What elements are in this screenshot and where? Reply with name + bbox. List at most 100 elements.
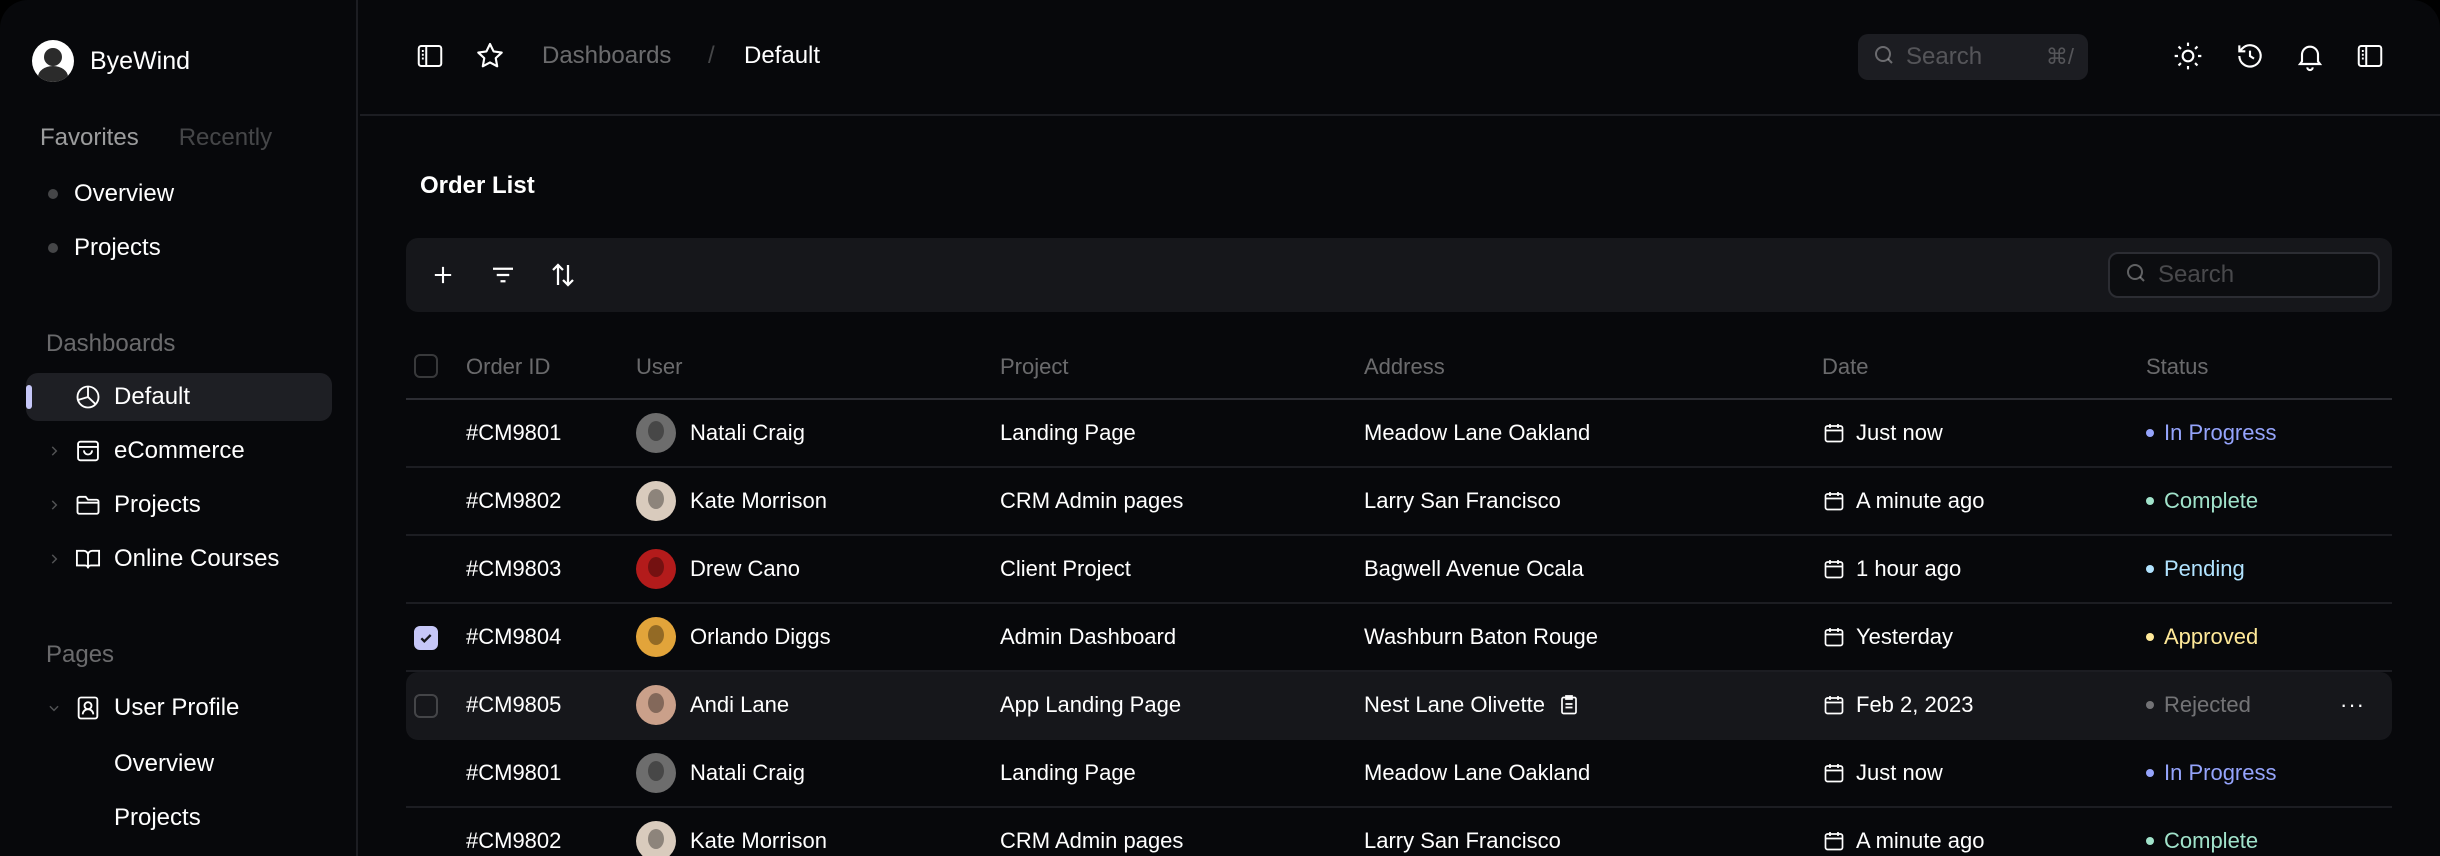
breadcrumb-current: Default — [744, 42, 821, 69]
date-cell: A minute ago — [1822, 808, 1984, 856]
brand[interactable]: ByeWind — [32, 40, 190, 82]
column-order-id[interactable]: Order ID — [466, 354, 550, 380]
date-cell: Yesterday — [1822, 604, 1953, 670]
history-icon[interactable] — [2234, 40, 2266, 72]
right-panel-icon[interactable] — [2354, 40, 2386, 72]
search-placeholder: Search — [1906, 43, 1983, 70]
select-all-checkbox[interactable] — [414, 354, 438, 378]
tab-favorites[interactable]: Favorites — [40, 124, 139, 152]
status-badge: Complete — [2146, 468, 2258, 534]
project-name: Admin Dashboard — [1000, 624, 1177, 649]
date-cell: A minute ago — [1822, 468, 1984, 534]
table-search-input[interactable]: Search — [2108, 252, 2380, 298]
top-header: Dashboards / Default Search ⌘/ — [360, 0, 2440, 116]
sidebar-item-label: Default — [114, 383, 191, 410]
user-name: Orlando Diggs — [690, 624, 831, 649]
favorite-label: Overview — [74, 180, 175, 207]
column-address[interactable]: Address — [1364, 354, 1445, 380]
pie-chart-icon — [72, 381, 104, 413]
table-row[interactable]: #CM9804 Orlando Diggs Admin Dashboard Wa… — [406, 604, 2392, 672]
search-icon — [1872, 43, 1896, 72]
user-cell: Kate Morrison — [636, 808, 827, 856]
user-name: Kate Morrison — [690, 828, 827, 853]
breadcrumb-separator: / — [708, 42, 715, 69]
user-cell: Natali Craig — [636, 400, 805, 466]
plus-icon[interactable] — [426, 258, 460, 292]
chevron-right-icon[interactable] — [42, 444, 66, 458]
status-text: In Progress — [2164, 420, 2277, 445]
sidebar-item-user-profile[interactable]: User Profile — [26, 684, 332, 732]
table-body: #CM9801 Natali Craig Landing Page Meadow… — [406, 400, 2392, 856]
sidebar-subitem-overview[interactable]: Overview — [114, 750, 214, 778]
user-cell: Drew Cano — [636, 536, 800, 602]
date-text: Just now — [1856, 420, 1943, 445]
address-text: Larry San Francisco — [1364, 488, 1561, 513]
sun-icon[interactable] — [2172, 40, 2204, 72]
chevron-down-icon[interactable] — [42, 701, 66, 715]
chevron-right-icon[interactable] — [42, 552, 66, 566]
favorite-item-projects[interactable]: Projects — [48, 234, 161, 262]
sort-icon[interactable] — [546, 258, 580, 292]
user-cell: Natali Craig — [636, 740, 805, 806]
tab-recently[interactable]: Recently — [179, 124, 272, 152]
section-label-pages: Pages — [46, 641, 115, 668]
sidebar-toggle-icon[interactable] — [414, 40, 446, 72]
table-header: Order ID User Project Address Date Statu… — [406, 334, 2392, 400]
column-project[interactable]: Project — [1000, 354, 1068, 380]
user-name: Andi Lane — [690, 692, 790, 717]
sidebar-item-online-courses[interactable]: Online Courses — [26, 535, 332, 583]
table-row[interactable]: #CM9801 Natali Craig Landing Page Meadow… — [406, 740, 2392, 808]
top-search-input[interactable]: Search ⌘/ — [1858, 34, 2088, 80]
more-options-icon[interactable]: ··· — [2340, 672, 2365, 738]
column-user[interactable]: User — [636, 354, 682, 380]
calendar-icon — [1822, 693, 1846, 717]
sidebar-item-label: User Profile — [114, 694, 240, 721]
table-row[interactable]: #CM9802 Kate Morrison CRM Admin pages La… — [406, 808, 2392, 856]
address-cell: Nest Lane Olivette — [1364, 672, 1581, 738]
row-checkbox[interactable] — [414, 694, 438, 718]
sidebar-item-label: Projects — [114, 491, 201, 518]
calendar-icon — [1822, 829, 1846, 853]
sidebar-item-projects[interactable]: Projects — [26, 481, 332, 529]
avatar — [636, 753, 676, 793]
table-row[interactable]: #CM9802 Kate Morrison CRM Admin pages La… — [406, 468, 2392, 536]
filter-icon[interactable] — [486, 258, 520, 292]
address-text: Washburn Baton Rouge — [1364, 624, 1598, 649]
project-name: Landing Page — [1000, 420, 1136, 445]
address-cell: Meadow Lane Oakland — [1364, 740, 1590, 806]
table-row[interactable]: #CM9801 Natali Craig Landing Page Meadow… — [406, 400, 2392, 468]
table-row[interactable]: #CM9803 Drew Cano Client Project Bagwell… — [406, 536, 2392, 604]
sidebar-item-default[interactable]: Default — [26, 373, 332, 421]
address-text: Larry San Francisco — [1364, 828, 1561, 853]
row-checkbox[interactable] — [414, 626, 438, 650]
table-row[interactable]: #CM9805 Andi Lane App Landing Page Nest … — [406, 672, 2392, 740]
breadcrumb-dashboards[interactable]: Dashboards — [542, 42, 671, 70]
folder-icon — [72, 489, 104, 521]
favorite-item-overview[interactable]: Overview — [48, 180, 174, 208]
address-cell: Meadow Lane Oakland — [1364, 400, 1590, 466]
column-date[interactable]: Date — [1822, 354, 1868, 380]
address-text: Nest Lane Olivette — [1364, 692, 1545, 717]
user-cell: Kate Morrison — [636, 468, 827, 534]
orders-table: Order ID User Project Address Date Statu… — [406, 334, 2392, 856]
column-status[interactable]: Status — [2146, 354, 2208, 380]
user-name: Kate Morrison — [690, 488, 827, 513]
brand-name: ByeWind — [90, 46, 191, 75]
date-text: 1 hour ago — [1856, 556, 1962, 581]
clipboard-icon[interactable] — [1557, 693, 1581, 717]
calendar-icon — [1822, 625, 1846, 649]
status-dot — [2146, 837, 2154, 845]
sidebar-subitem-projects[interactable]: Projects — [114, 804, 201, 832]
brand-avatar — [32, 40, 74, 82]
chevron-right-icon[interactable] — [42, 498, 66, 512]
star-icon[interactable] — [474, 40, 506, 72]
order-id: #CM9803 — [466, 556, 562, 581]
avatar — [636, 821, 676, 856]
shopping-bag-icon — [72, 435, 104, 467]
sidebar-item-ecommerce[interactable]: eCommerce — [26, 427, 332, 475]
address-text: Bagwell Avenue Ocala — [1364, 556, 1584, 581]
bell-icon[interactable] — [2294, 40, 2326, 72]
favorites-tabs: Favorites Recently — [40, 124, 272, 152]
status-badge: In Progress — [2146, 400, 2277, 466]
date-cell: 1 hour ago — [1822, 536, 1961, 602]
